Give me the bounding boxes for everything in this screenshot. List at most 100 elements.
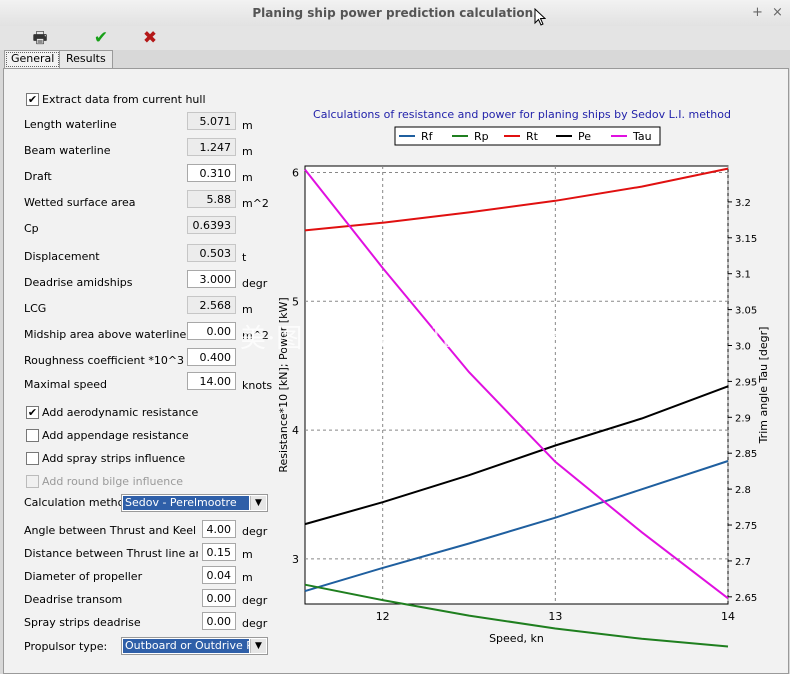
extract-data-label: Extract data from current hull xyxy=(42,93,206,106)
extra-param-label: Deadrise transom xyxy=(24,593,123,606)
watermark-text: 美·图网www.3dmox.com xyxy=(240,324,567,354)
extra-param-label: Distance between Thrust line and Col xyxy=(24,547,198,560)
propulsor-type-value: Outboard or Outdrive Prop xyxy=(123,639,249,653)
cancel-cross-icon[interactable]: ✖ xyxy=(138,27,162,49)
option-label: Add spray strips influence xyxy=(42,452,186,465)
param-value-field[interactable]: 0.400 xyxy=(187,348,236,366)
option-label: Add appendage resistance xyxy=(42,429,189,442)
title-bar: Planing ship power prediction calculatio… xyxy=(0,0,790,27)
param-label: Cp xyxy=(24,222,39,235)
y2-tick-label: 3.15 xyxy=(735,234,757,245)
param-unit: m xyxy=(242,145,253,158)
y2-axis-label: Trim angle Tau [degr] xyxy=(757,327,770,445)
extra-param-unit: m xyxy=(242,548,253,561)
legend-label-rp: Rp xyxy=(474,130,489,143)
param-label: Displacement xyxy=(24,250,100,263)
param-unit: knots xyxy=(242,379,273,392)
x-tick-label: 13 xyxy=(548,610,562,623)
resistance-power-chart: Calculations of resistance and power for… xyxy=(277,108,770,648)
extra-param-field[interactable]: 0.00 xyxy=(202,612,236,630)
option-checkbox xyxy=(26,475,39,488)
ok-check-icon[interactable]: ✔ xyxy=(89,27,113,49)
y2-tick-label: 2.8 xyxy=(735,485,751,496)
propulsor-type-label: Propulsor type: xyxy=(24,640,108,653)
param-value-field: 0.503 xyxy=(187,244,236,262)
param-label: Wetted surface area xyxy=(24,196,136,209)
legend-label-rf: Rf xyxy=(421,130,434,143)
y2-tick-label: 3.0 xyxy=(735,342,751,353)
x-tick-label: 12 xyxy=(376,610,390,623)
param-value-field: 0.6393 xyxy=(187,216,236,234)
param-unit: m^2 xyxy=(242,197,269,210)
y2-tick-label: 2.65 xyxy=(735,593,757,604)
x-tick-label: 14 xyxy=(721,610,735,623)
calc-method-select[interactable]: Sedov - Perelmootre ▼ xyxy=(121,494,268,512)
param-label: Midship area above waterline xyxy=(24,328,187,341)
extract-data-checkbox[interactable]: ✔ xyxy=(26,93,39,106)
extra-param-unit: degr xyxy=(242,525,268,538)
extra-param-field[interactable]: 0.04 xyxy=(202,566,236,584)
extra-param-unit: m xyxy=(242,571,253,584)
option-checkbox[interactable] xyxy=(26,429,39,442)
param-unit: degr xyxy=(242,277,268,290)
chevron-down-icon[interactable]: ▼ xyxy=(250,639,266,653)
y2-tick-label: 2.9 xyxy=(735,413,751,424)
option-label: Add round bilge influence xyxy=(42,475,184,488)
tab-results[interactable]: Results xyxy=(59,50,113,68)
pin-icon[interactable]: + xyxy=(752,5,763,20)
y-tick-label: 6 xyxy=(292,166,299,179)
extra-param-label: Angle between Thrust and Keel lines xyxy=(24,524,198,537)
param-unit: m xyxy=(242,171,253,184)
option-label: Add aerodynamic resistance xyxy=(42,406,199,419)
param-label: Maximal speed xyxy=(24,378,108,391)
param-label: Deadrise amidships xyxy=(24,276,133,289)
legend-label-rt: Rt xyxy=(526,130,539,143)
chart-title: Calculations of resistance and power for… xyxy=(313,108,731,121)
param-value-field: 5.88 xyxy=(187,190,236,208)
legend-label-pe: Pe xyxy=(578,130,591,143)
propulsor-type-select[interactable]: Outboard or Outdrive Prop ▼ xyxy=(121,637,268,655)
option-checkbox[interactable]: ✔ xyxy=(26,406,39,419)
toolbar: 🖶 ✔ ✖ xyxy=(0,26,790,50)
chevron-down-icon[interactable]: ▼ xyxy=(250,496,266,510)
param-unit: m xyxy=(242,119,253,132)
param-value-field[interactable]: 14.00 xyxy=(187,372,236,390)
y2-tick-label: 2.75 xyxy=(735,521,757,532)
y2-tick-label: 3.05 xyxy=(735,306,757,317)
extra-param-label: Diameter of propeller xyxy=(24,570,143,583)
y-tick-label: 3 xyxy=(292,553,299,566)
param-unit: m xyxy=(242,303,253,316)
calc-method-label: Calculation method: xyxy=(24,496,136,509)
print-icon[interactable]: 🖶 xyxy=(28,27,52,49)
extra-param-unit: degr xyxy=(242,617,268,630)
param-value-field: 1.247 xyxy=(187,138,236,156)
param-label: Beam waterline xyxy=(24,144,111,157)
y-tick-label: 4 xyxy=(292,424,299,437)
tab-general[interactable]: General xyxy=(4,50,62,69)
extra-param-field[interactable]: 0.15 xyxy=(202,543,236,561)
y2-tick-label: 2.95 xyxy=(735,377,757,388)
window-title: Planing ship power prediction calculatio… xyxy=(252,6,538,20)
y2-tick-label: 3.1 xyxy=(735,270,751,281)
extra-param-field[interactable]: 4.00 xyxy=(202,520,236,538)
param-value-field[interactable]: 3.000 xyxy=(187,270,236,288)
param-value-field: 2.568 xyxy=(187,296,236,314)
param-value-field: 5.071 xyxy=(187,112,236,130)
param-unit: t xyxy=(242,251,247,264)
param-label: Length waterline xyxy=(24,118,117,131)
plot-area xyxy=(304,165,729,605)
close-window-icon[interactable]: × xyxy=(772,5,783,20)
calc-method-value: Sedov - Perelmootre xyxy=(123,496,249,510)
param-value-field[interactable]: 0.310 xyxy=(187,164,236,182)
extra-param-field[interactable]: 0.00 xyxy=(202,589,236,607)
param-label: Roughness coefficient *10^3 xyxy=(24,354,185,367)
y-tick-label: 5 xyxy=(292,295,299,308)
extra-param-label: Spray strips deadrise xyxy=(24,616,141,629)
option-checkbox[interactable] xyxy=(26,452,39,465)
x-axis-label: Speed, kn xyxy=(489,632,544,645)
param-label: Draft xyxy=(24,170,52,183)
extra-param-unit: degr xyxy=(242,594,268,607)
param-value-field[interactable]: 0.00 xyxy=(187,322,236,340)
y2-tick-label: 2.7 xyxy=(735,557,751,568)
legend-label-tau: Tau xyxy=(632,130,652,143)
